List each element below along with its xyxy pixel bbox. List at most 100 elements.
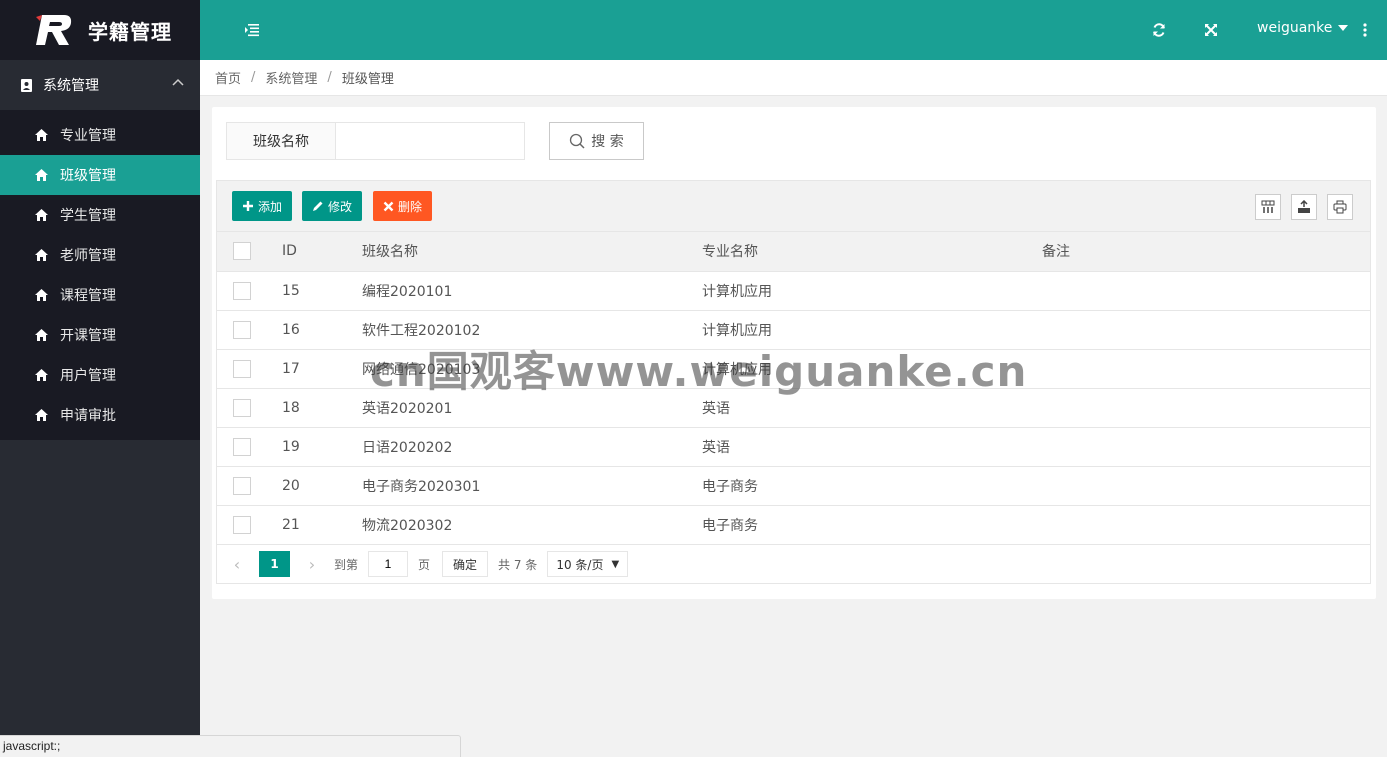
- row-select-cell: [217, 310, 267, 350]
- sidebar-item-label: 学生管理: [60, 208, 116, 224]
- next-page-button[interactable]: ›: [302, 555, 322, 574]
- select-all-checkbox[interactable]: [233, 242, 251, 261]
- cell-major-name: 电子商务: [687, 466, 1027, 506]
- select-all-cell: [217, 232, 267, 272]
- sidebar: 学籍管理 系统管理 专业管理班级管理学生管理老师管理 课程管理 开课管理 用户管理申请…: [0, 0, 200, 757]
- breadcrumb-separator: /: [251, 70, 256, 85]
- cell-major-name: 英语: [687, 427, 1027, 467]
- class-name-input[interactable]: [335, 122, 525, 160]
- page-size-select[interactable]: 10 条/页 ▼: [547, 551, 629, 577]
- plus-icon: [243, 201, 253, 211]
- current-page-button[interactable]: 1: [259, 551, 290, 577]
- row-select-cell: [217, 427, 267, 467]
- chevron-up-icon: [172, 78, 184, 86]
- export-icon: [1298, 200, 1310, 213]
- cell-note: [1027, 349, 1370, 389]
- home-icon: [35, 209, 48, 221]
- sidebar-item[interactable]: 班级管理: [0, 155, 200, 195]
- edit-button[interactable]: 修改: [302, 191, 363, 221]
- logo: 学籍管理: [0, 0, 200, 60]
- sidebar-submenu: 专业管理班级管理学生管理老师管理 课程管理 开课管理 用户管理申请审批: [0, 110, 200, 440]
- goto-confirm-button[interactable]: 确定: [442, 551, 489, 577]
- row-checkbox[interactable]: [233, 476, 251, 495]
- goto-page-input[interactable]: [368, 551, 409, 577]
- row-checkbox[interactable]: [233, 515, 251, 534]
- search-label: 班级名称: [226, 122, 336, 160]
- user-menu[interactable]: weiguanke: [1257, 20, 1349, 36]
- indent-icon: [245, 24, 259, 37]
- sidebar-item[interactable]: 申请审批: [0, 395, 200, 435]
- column-header-class-name[interactable]: 班级名称: [347, 232, 687, 272]
- print-button[interactable]: [1327, 194, 1353, 220]
- cell-id: 21: [267, 505, 347, 545]
- table-row[interactable]: 18 英语2020201 英语: [217, 388, 1370, 428]
- table-row[interactable]: 15 编程2020101 计算机应用: [217, 271, 1370, 311]
- home-icon: [35, 409, 48, 421]
- fullscreen-icon: [1205, 24, 1217, 36]
- column-header-major-name[interactable]: 专业名称: [687, 232, 1027, 272]
- sidebar-item[interactable]: 课程管理: [0, 275, 200, 315]
- table-header-row: ID 班级名称 专业名称 备注: [217, 232, 1370, 272]
- cell-note: [1027, 271, 1370, 311]
- table-row[interactable]: 17 网络通信2020103 计算机应用: [217, 349, 1370, 389]
- row-checkbox[interactable]: [233, 398, 251, 417]
- home-icon: [35, 329, 48, 341]
- delete-button-label: 删除: [398, 199, 423, 214]
- more-button[interactable]: [1355, 20, 1375, 40]
- row-checkbox[interactable]: [233, 437, 251, 456]
- home-icon: [35, 369, 48, 381]
- column-header-note[interactable]: 备注: [1027, 232, 1370, 272]
- columns-filter-button[interactable]: [1255, 194, 1281, 220]
- caret-down-icon: [1338, 25, 1349, 31]
- home-icon: [35, 249, 48, 261]
- add-button[interactable]: 添加: [232, 191, 293, 221]
- sidebar-item[interactable]: 开课管理: [0, 315, 200, 355]
- breadcrumb-home[interactable]: 首页: [215, 68, 241, 87]
- cell-major-name: 计算机应用: [687, 271, 1027, 311]
- more-vertical-icon: [1363, 23, 1367, 37]
- data-table: 添加 修改 删除 ID 班级名称 专业名称 备注 15 编程2020101 计算…: [216, 180, 1371, 584]
- table-row[interactable]: 20 电子商务2020301 电子商务: [217, 466, 1370, 506]
- browser-status-bar: javascript:;: [0, 735, 461, 757]
- fullscreen-button[interactable]: [1201, 20, 1221, 40]
- sidebar-item-label: 专业管理: [60, 128, 116, 144]
- columns-icon: [1261, 200, 1275, 213]
- pagination: ‹ 1 › 到第 页 确定 共 7 条 10 条/页 ▼: [217, 545, 1370, 584]
- table-row[interactable]: 19 日语2020202 英语: [217, 427, 1370, 467]
- sidebar-item[interactable]: 用户管理: [0, 355, 200, 395]
- cell-id: 19: [267, 427, 347, 467]
- add-button-label: 添加: [258, 199, 283, 214]
- sidebar-item[interactable]: 学生管理: [0, 195, 200, 235]
- sidebar-group-system[interactable]: 系统管理: [0, 60, 200, 110]
- caret-down-icon: ▼: [611, 558, 620, 570]
- total-count: 共 7 条: [498, 557, 538, 572]
- breadcrumb-system[interactable]: 系统管理: [265, 68, 317, 87]
- row-checkbox[interactable]: [233, 320, 251, 339]
- page-label: 页: [418, 557, 431, 572]
- breadcrumb-separator: /: [327, 70, 332, 85]
- menu-toggle-button[interactable]: [242, 20, 262, 40]
- table-row[interactable]: 16 软件工程2020102 计算机应用: [217, 310, 1370, 350]
- refresh-button[interactable]: [1149, 20, 1169, 40]
- sidebar-item-label: 申请审批: [60, 408, 116, 424]
- search-button[interactable]: 搜 索: [549, 122, 644, 160]
- cell-note: [1027, 388, 1370, 428]
- cell-id: 18: [267, 388, 347, 428]
- export-button[interactable]: [1291, 194, 1317, 220]
- cell-id: 17: [267, 349, 347, 389]
- sidebar-item[interactable]: 老师管理: [0, 235, 200, 275]
- cell-class-name: 编程2020101: [347, 271, 687, 311]
- row-checkbox[interactable]: [233, 359, 251, 378]
- row-checkbox[interactable]: [233, 281, 251, 300]
- prev-page-button[interactable]: ‹: [227, 555, 247, 574]
- delete-button[interactable]: 删除: [373, 191, 433, 221]
- cell-class-name: 英语2020201: [347, 388, 687, 428]
- cell-id: 20: [267, 466, 347, 506]
- search-button-label: 搜 索: [591, 134, 624, 150]
- cell-class-name: 网络通信2020103: [347, 349, 687, 389]
- cell-id: 15: [267, 271, 347, 311]
- column-header-id[interactable]: ID: [267, 232, 347, 272]
- table-row[interactable]: 21 物流2020302 电子商务: [217, 505, 1370, 545]
- sidebar-item[interactable]: 专业管理: [0, 115, 200, 155]
- cell-major-name: 英语: [687, 388, 1027, 428]
